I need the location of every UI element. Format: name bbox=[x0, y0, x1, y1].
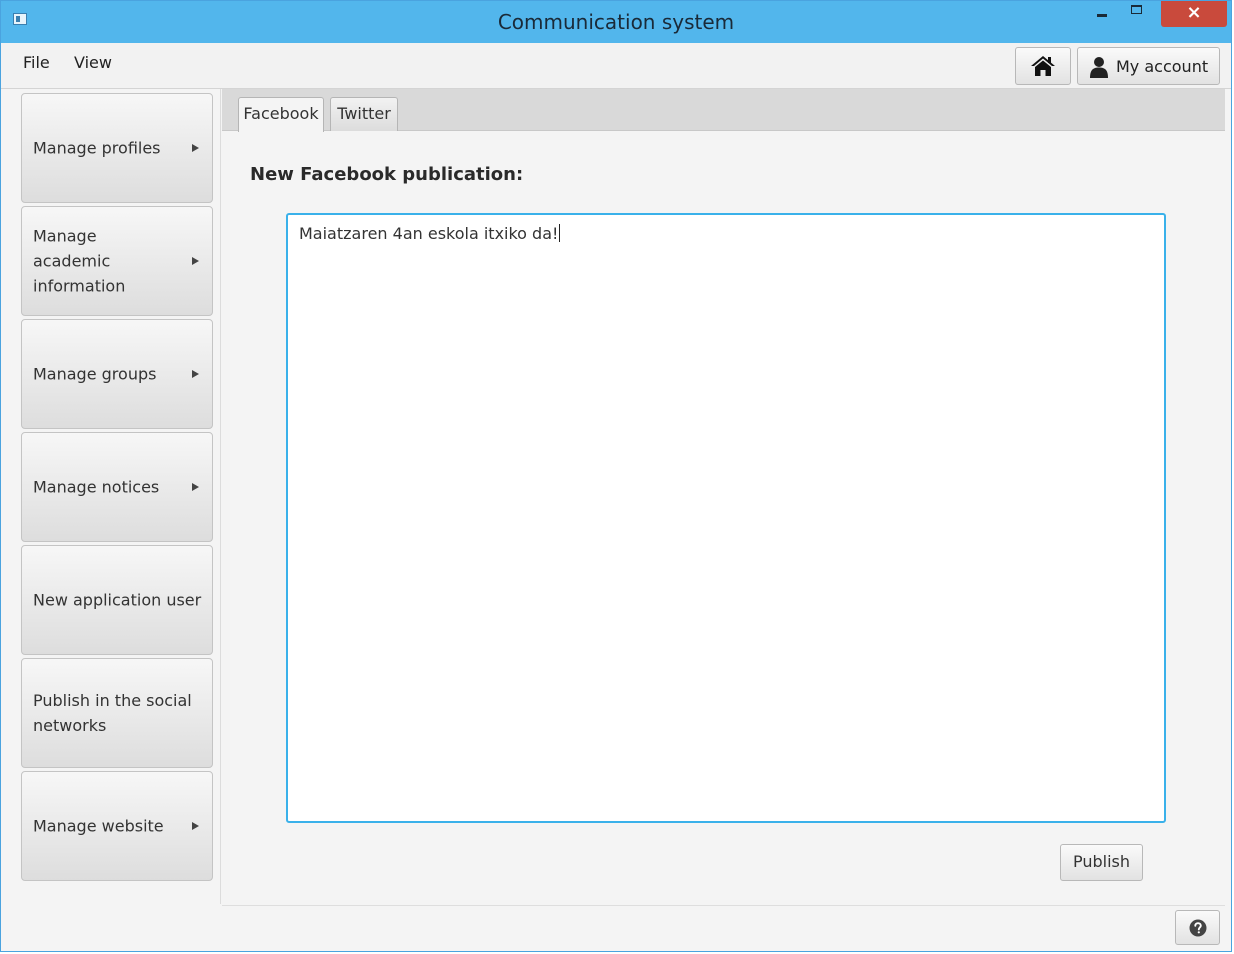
menu-view[interactable]: View bbox=[74, 53, 112, 72]
sidebar-item-label: Manage academic information bbox=[33, 226, 126, 296]
text-caret bbox=[559, 224, 561, 242]
tab-facebook[interactable]: Facebook bbox=[238, 97, 324, 132]
submenu-arrow-icon bbox=[192, 144, 199, 152]
home-icon bbox=[1031, 56, 1055, 76]
minimize-button[interactable] bbox=[1089, 1, 1115, 27]
help-icon bbox=[1189, 919, 1207, 937]
close-button[interactable]: × bbox=[1161, 1, 1227, 27]
publish-button[interactable]: Publish bbox=[1060, 844, 1143, 881]
sidebar-item-manage-academic-information[interactable]: Manage academic information bbox=[21, 206, 213, 316]
sidebar-item-label: New application user bbox=[33, 590, 202, 610]
sidebar-item-publish-social-networks[interactable]: Publish in the social networks bbox=[21, 658, 213, 768]
submenu-arrow-icon bbox=[192, 483, 199, 491]
tab-twitter[interactable]: Twitter bbox=[330, 97, 398, 131]
sidebar-item-manage-profiles[interactable]: Manage profiles bbox=[21, 93, 213, 203]
sidebar-item-label: Manage profiles bbox=[33, 138, 161, 158]
help-button[interactable] bbox=[1175, 910, 1220, 945]
publication-text: Maiatzaren 4an eskola itxiko da! bbox=[299, 224, 559, 243]
home-button[interactable] bbox=[1015, 47, 1071, 85]
footer-divider bbox=[222, 905, 1225, 906]
sidebar-item-label: Publish in the social networks bbox=[33, 691, 192, 735]
tab-bar: Facebook Twitter bbox=[222, 89, 1225, 132]
user-icon bbox=[1090, 57, 1108, 78]
sidebar-item-label: Manage website bbox=[33, 816, 164, 836]
submenu-arrow-icon bbox=[192, 370, 199, 378]
sidebar-item-manage-groups[interactable]: Manage groups bbox=[21, 319, 213, 429]
sidebar-item-manage-notices[interactable]: Manage notices bbox=[21, 432, 213, 542]
menu-file[interactable]: File bbox=[23, 53, 50, 72]
publication-heading: New Facebook publication: bbox=[250, 164, 524, 185]
submenu-arrow-icon bbox=[192, 822, 199, 830]
title-bar[interactable]: Communication system × bbox=[1, 1, 1231, 43]
window-title: Communication system bbox=[497, 10, 735, 34]
menu-bar: File View My account bbox=[1, 43, 1231, 89]
app-window: Communication system × File View My acco… bbox=[0, 0, 1232, 952]
submenu-arrow-icon bbox=[192, 257, 199, 265]
maximize-button[interactable] bbox=[1123, 1, 1151, 27]
sidebar-item-label: Manage notices bbox=[33, 477, 160, 497]
sidebar-item-label: Manage groups bbox=[33, 364, 157, 384]
sidebar-item-new-application-user[interactable]: New application user bbox=[21, 545, 213, 655]
my-account-label: My account bbox=[1116, 57, 1209, 76]
publication-text-area[interactable]: Maiatzaren 4an eskola itxiko da! bbox=[286, 213, 1166, 823]
sidebar-divider bbox=[220, 89, 221, 904]
sidebar-item-manage-website[interactable]: Manage website bbox=[21, 771, 213, 881]
my-account-button[interactable]: My account bbox=[1077, 47, 1220, 85]
